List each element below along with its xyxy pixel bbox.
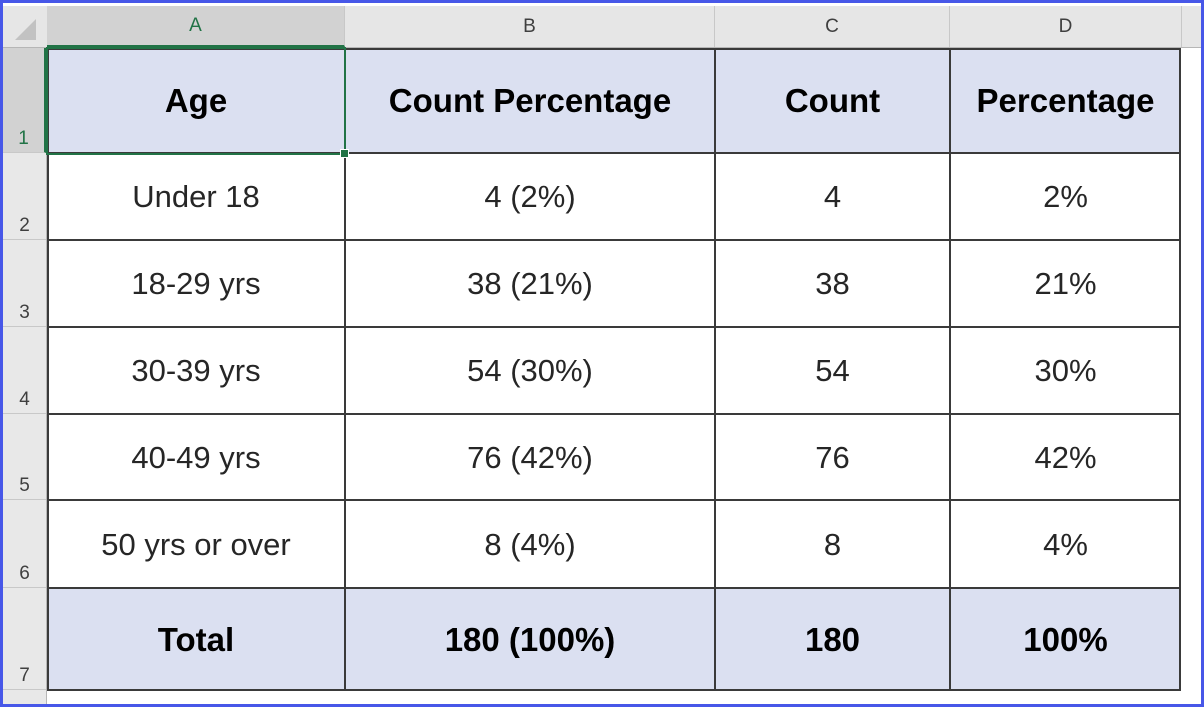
cell-c1[interactable]: Count	[716, 49, 949, 153]
column-header-strip: A B C D	[3, 6, 1201, 48]
cell-c4[interactable]: 54	[716, 328, 949, 414]
table-border-h4	[47, 413, 1181, 415]
table-border-v1	[344, 48, 346, 691]
column-header-b[interactable]: B	[345, 6, 715, 47]
table-border-v2	[714, 48, 716, 691]
cell-b4[interactable]: 54 (30%)	[346, 328, 714, 414]
cell-c2[interactable]: 4	[716, 154, 949, 240]
cell-b3[interactable]: 38 (21%)	[346, 241, 714, 327]
cell-d6[interactable]: 4%	[951, 501, 1180, 588]
cell-a7-total-label[interactable]: Total	[48, 589, 344, 690]
row-header-8[interactable]	[3, 690, 46, 704]
spreadsheet-screenshot: A B C D 1 2 3 4 5 6 7 Age Count Percenta…	[0, 0, 1204, 707]
cell-a3[interactable]: 18-29 yrs	[48, 241, 344, 327]
column-header-c[interactable]: C	[715, 6, 950, 47]
cell-c7-total-count[interactable]: 180	[716, 589, 949, 690]
column-header-d[interactable]: D	[950, 6, 1182, 47]
cell-c3[interactable]: 38	[716, 241, 949, 327]
row-header-4[interactable]: 4	[3, 327, 46, 414]
table-border-top	[47, 48, 1181, 50]
cell-b5[interactable]: 76 (42%)	[346, 415, 714, 500]
table-border-h3	[47, 326, 1181, 328]
cell-a4[interactable]: 30-39 yrs	[48, 328, 344, 414]
column-header-a[interactable]: A	[47, 6, 345, 47]
table-border-h2	[47, 239, 1181, 241]
cell-a5[interactable]: 40-49 yrs	[48, 415, 344, 500]
cell-a1[interactable]: Age	[48, 49, 344, 153]
row-header-7[interactable]: 7	[3, 588, 46, 690]
cell-c5[interactable]: 76	[716, 415, 949, 500]
row-header-2[interactable]: 2	[3, 153, 46, 240]
row-header-1[interactable]: 1	[3, 48, 46, 153]
cell-a2[interactable]: Under 18	[48, 154, 344, 240]
cell-d3[interactable]: 21%	[951, 241, 1180, 327]
table-border-h6	[47, 587, 1181, 589]
cell-d1[interactable]: Percentage	[951, 49, 1180, 153]
cell-d7-total-percentage[interactable]: 100%	[951, 589, 1180, 690]
cell-b6[interactable]: 8 (4%)	[346, 501, 714, 588]
table-border-h5	[47, 499, 1181, 501]
table-border-v3	[949, 48, 951, 691]
table-border-h1	[47, 152, 1181, 154]
cell-d4[interactable]: 30%	[951, 328, 1180, 414]
table-border-left	[47, 48, 49, 691]
cell-d5[interactable]: 42%	[951, 415, 1180, 500]
cell-b1[interactable]: Count Percentage	[346, 49, 714, 153]
row-header-6[interactable]: 6	[3, 500, 46, 588]
row-header-3[interactable]: 3	[3, 240, 46, 327]
table-border-bottom	[47, 689, 1181, 691]
cell-b2[interactable]: 4 (2%)	[346, 154, 714, 240]
cell-b7-total-count-percentage[interactable]: 180 (100%)	[346, 589, 714, 690]
cell-c6[interactable]: 8	[716, 501, 949, 588]
row-header-strip: 1 2 3 4 5 6 7	[3, 48, 47, 704]
cell-d2[interactable]: 2%	[951, 154, 1180, 240]
select-all-triangle-icon	[15, 19, 36, 40]
select-all-button[interactable]	[3, 6, 47, 47]
table-border-right	[1179, 48, 1181, 691]
spreadsheet-grid: A B C D 1 2 3 4 5 6 7 Age Count Percenta…	[3, 3, 1201, 704]
row-header-5[interactable]: 5	[3, 414, 46, 500]
cell-a6[interactable]: 50 yrs or over	[48, 501, 344, 588]
fill-handle[interactable]	[340, 149, 349, 158]
